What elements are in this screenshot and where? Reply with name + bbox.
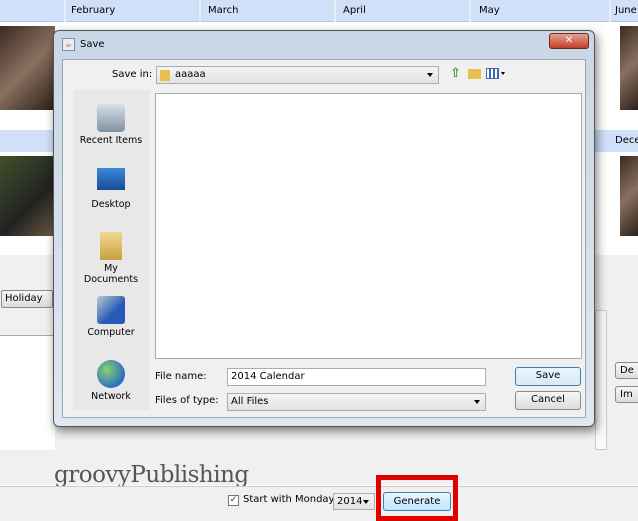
- network-icon: [97, 360, 125, 388]
- save-in-value: aaaaa: [175, 69, 206, 80]
- cancel-button[interactable]: Cancel: [515, 391, 581, 410]
- month-march: March: [208, 5, 239, 16]
- place-computer[interactable]: Computer: [76, 296, 146, 338]
- file-name-input[interactable]: 2014 Calendar: [227, 368, 486, 386]
- place-my-documents[interactable]: My Documents: [76, 232, 146, 285]
- place-network[interactable]: Network: [76, 360, 146, 402]
- holiday-list: [0, 335, 55, 450]
- month-may: May: [479, 5, 500, 16]
- java-icon: ☕: [62, 38, 75, 51]
- view-menu-icon[interactable]: [486, 68, 499, 79]
- files-of-type-label: Files of type:: [155, 395, 219, 406]
- save-in-label: Save in:: [112, 69, 153, 80]
- file-name-value: 2014 Calendar: [231, 371, 305, 382]
- scrollbar[interactable]: [595, 310, 607, 450]
- places-bar: Recent Items Desktop My Documents Comput…: [73, 90, 149, 410]
- watermark: groovyPublishing: [54, 462, 249, 488]
- chevron-down-icon[interactable]: [501, 72, 505, 75]
- month-february: February: [71, 5, 116, 16]
- year-select[interactable]: 2014: [333, 493, 375, 510]
- up-folder-icon[interactable]: ⇧: [450, 66, 461, 81]
- files-of-type-value: All Files: [231, 396, 269, 407]
- month-june: June: [615, 5, 637, 16]
- chevron-down-icon: [427, 73, 433, 77]
- folder-icon: [160, 70, 170, 81]
- month-photo[interactable]: [620, 156, 638, 236]
- place-label: Computer: [87, 327, 135, 338]
- place-label: Desktop: [91, 199, 131, 210]
- month-photo[interactable]: [620, 26, 638, 110]
- recent-items-icon: [97, 104, 125, 132]
- start-monday-label: Start with Monday: [243, 494, 335, 505]
- month-december: Dece: [615, 135, 638, 146]
- start-monday-checkbox[interactable]: ✓: [228, 495, 239, 506]
- place-recent-items[interactable]: Recent Items: [76, 104, 146, 146]
- documents-folder-icon: [100, 232, 122, 260]
- desktop-icon: [97, 168, 125, 190]
- files-of-type-select[interactable]: All Files: [227, 393, 486, 411]
- month-photo[interactable]: [0, 26, 55, 110]
- file-list[interactable]: [155, 93, 582, 359]
- month-header-row-1: February March April May June: [0, 0, 638, 22]
- save-dialog: ☕ Save ✕ Save in: aaaaa ⇧ Recent Items D…: [53, 30, 595, 427]
- place-label: Network: [91, 391, 131, 402]
- holiday-button[interactable]: Holiday: [1, 290, 53, 308]
- place-desktop[interactable]: Desktop: [76, 168, 146, 210]
- dialog-body: Save in: aaaaa ⇧ Recent Items Desktop My…: [62, 59, 586, 418]
- highlight-box: [376, 475, 458, 521]
- save-in-select[interactable]: aaaaa: [156, 66, 439, 84]
- chevron-down-icon: [363, 500, 369, 504]
- file-name-label: File name:: [155, 371, 207, 382]
- computer-icon: [97, 296, 125, 324]
- im-button[interactable]: Im: [615, 386, 638, 403]
- month-april: April: [343, 5, 366, 16]
- dialog-title: Save: [80, 39, 105, 50]
- save-button[interactable]: Save: [515, 367, 581, 386]
- chevron-down-icon: [474, 400, 480, 404]
- year-value: 2014: [337, 496, 363, 507]
- month-photo[interactable]: [0, 156, 55, 236]
- de-button[interactable]: De: [615, 362, 638, 379]
- place-label: Recent Items: [79, 135, 143, 146]
- place-label: My Documents: [83, 263, 139, 285]
- new-folder-icon[interactable]: [468, 69, 481, 79]
- close-button[interactable]: ✕: [549, 33, 589, 49]
